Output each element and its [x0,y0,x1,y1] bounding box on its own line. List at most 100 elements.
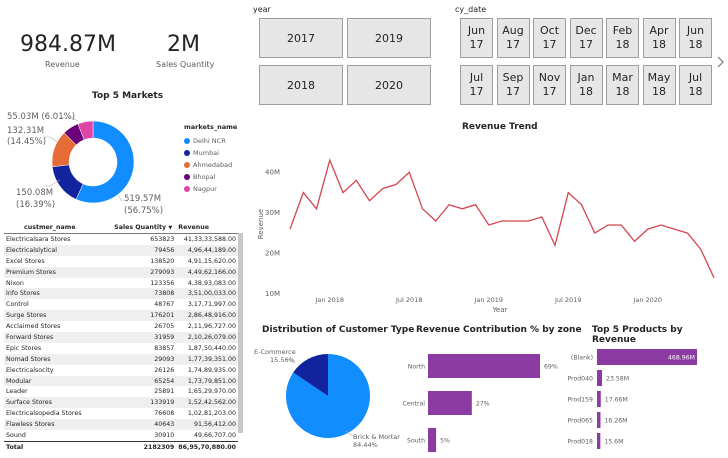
table-row[interactable]: Leader 25891 1,65,29,970.00 [4,386,238,397]
month-button-nov-17[interactable]: Nov 17 [533,65,566,105]
zone-category-label: South [407,438,425,445]
table-row[interactable]: Sound 30910 49,66,707.00 [4,430,238,441]
month-name: Jul [688,71,703,84]
table-row[interactable]: Flawless Stores 40643 91,56,412.00 [4,419,238,431]
trend-xtick: Jul 2018 [395,296,422,304]
month-button-apr-18[interactable]: Apr 18 [642,18,676,58]
cell-qty: 29093 [112,353,177,365]
year-button-2018[interactable]: 2018 [259,65,343,105]
table-row[interactable]: Nomad Stores 29093 1,77,39,351.00 [4,353,238,365]
month-button-jan-18[interactable]: Jan 18 [569,65,603,105]
cell-qty: 83857 [154,344,175,352]
month-button-mar-18[interactable]: Mar 18 [606,65,639,105]
revenue-kpi-value: 984.87M [20,32,116,57]
legend-dot [184,138,190,144]
month-button-may-18[interactable]: May 18 [642,65,676,105]
legend-item-delhi-ncr[interactable]: Delhi NCR [184,135,237,147]
chevron-right-icon[interactable] [716,56,726,68]
month-button-dec-17[interactable]: Dec 17 [569,18,603,58]
product-value-label: 468.96M [668,355,695,362]
cell-revenue: 2,86,48,916.00 [176,310,238,322]
month-button-aug-17[interactable]: Aug 17 [496,18,530,58]
table-row[interactable]: Acclaimed Stores 26705 2,11,96,727.00 [4,321,238,332]
month-button-jul-17[interactable]: Jul 17 [460,65,493,105]
total-cell: 86,95,70,880.00 [176,440,238,453]
cell-customer: Excel Stores [6,257,45,265]
cell-customer: Nomad Stores [4,353,113,365]
table-row[interactable]: Forward Stores 31959 2,10,26,079.00 [4,332,238,343]
month-name: Jun [467,24,486,37]
table-scrollbar[interactable] [238,233,243,433]
month-button-jun-18[interactable]: Jun 18 [679,18,712,58]
product-bar-prod040[interactable] [597,370,603,386]
table-row[interactable]: Control 48767 3,17,71,997.00 [4,299,238,310]
trend-line [289,158,715,279]
year-button-2019[interactable]: 2019 [347,18,431,58]
product-bar-prod159[interactable] [597,391,601,407]
donut-label-ahmedabad-pct: (14.45%) [7,137,46,147]
month-button-jun-17[interactable]: Jun 17 [460,18,493,58]
cell-revenue: 1,77,39,351.00 [176,353,238,365]
legend-dot [184,174,190,180]
col-header-customer[interactable]: custmer_name [4,222,113,234]
table-row[interactable]: Modular 65254 1,73,79,851.00 [4,375,238,387]
table-row[interactable]: Premium Stores 279093 4,49,62,166.00 [4,266,238,278]
cell-revenue: 3,17,71,997.00 [187,301,236,309]
legend-label: Delhi NCR [193,137,226,145]
cell-revenue: 1,52,42,562.00 [176,397,238,409]
month-name: Sep [502,71,524,84]
table-row[interactable]: Electricalsocity 26126 1,74,89,935.00 [4,365,238,376]
legend-item-ahmedabad[interactable]: Ahmedabad [184,159,237,171]
month-name: Jan [577,71,595,84]
zone-bar-south[interactable] [428,428,437,452]
table-row[interactable]: Excel Stores 138520 4,91,15,620.00 [4,256,238,267]
cell-customer: Info Stores [4,288,113,300]
month-button-jul-18[interactable]: Jul 18 [679,65,712,105]
customer-table: custmer_name Sales Quantity ▼ Revenue El… [4,222,238,453]
table-row[interactable]: Electricalsara Stores 653823 41,33,33,588.… [4,234,238,245]
table-row[interactable]: Info Stores 73808 3,51,00,033.00 [4,288,238,300]
donut-label-mumbai: 150.08M [16,188,53,198]
month-button-oct-17[interactable]: Oct 17 [533,18,566,58]
product-category-label: Prod065 [567,418,593,425]
legend-item-bhopal[interactable]: Bhopal [184,171,237,183]
month-year: 17 [469,85,484,98]
month-year: 17 [506,85,520,98]
product-category-label: Prod040 [567,376,593,383]
cell-customer: Forward Stores [4,332,113,343]
pie-label-ecommerce-pct: 15.56% [270,356,295,364]
month-button-sep-17[interactable]: Sep 17 [496,65,530,105]
zone-bar-central[interactable] [428,391,472,415]
cell-revenue: 1,65,29,970.00 [187,388,236,396]
table-row[interactable]: Nixon 123356 4,38,93,083.00 [4,278,238,289]
product-bar-prod065[interactable] [597,412,601,428]
table-row[interactable]: Electricalsopedia Stores 76608 1,02,81,203… [4,408,238,419]
month-button-feb-18[interactable]: Feb 18 [606,18,639,58]
cell-customer: Electricalsocity [6,366,54,374]
year-button-2017[interactable]: 2017 [259,18,343,58]
table-row[interactable]: Epic Stores 83857 1,87,50,440.00 [4,343,238,354]
cell-revenue: 4,96,44,189.00 [176,244,238,256]
legend-dot [184,150,190,156]
cell-customer: Acclaimed Stores [6,323,61,331]
product-category-label: Prod159 [567,397,593,404]
legend-item-mumbai[interactable]: Mumbai [184,147,237,159]
legend-label: Mumbai [193,149,219,157]
table-row[interactable]: Surface Stores 133919 1,52,42,562.00 [4,397,238,409]
col-header-qty[interactable]: Sales Quantity ▼ [112,222,177,234]
table-row[interactable]: Electricalslytical 79456 4,96,44,189.00 [4,244,238,256]
legend-title: markets_name [184,123,238,131]
month-year: 17 [542,38,557,51]
cell-customer: Premium Stores [4,266,113,278]
col-header-revenue[interactable]: Revenue [176,222,238,234]
legend-item-nagpur[interactable]: Nagpur [184,183,237,195]
pie-label-brick-mortar-pct: 84.44% [353,441,378,449]
product-bar-prod018[interactable] [597,433,601,449]
year-button-2020[interactable]: 2020 [347,65,431,105]
zone-value-label: 5% [440,438,450,445]
zone-bar-north[interactable] [428,354,540,378]
trend-ytick: 10M [265,290,280,298]
table-row[interactable]: Surge Stores 176201 2,86,48,916.00 [4,310,238,322]
trend-xlabel: Year [492,306,508,314]
revenue-kpi-label: Revenue [45,60,80,69]
